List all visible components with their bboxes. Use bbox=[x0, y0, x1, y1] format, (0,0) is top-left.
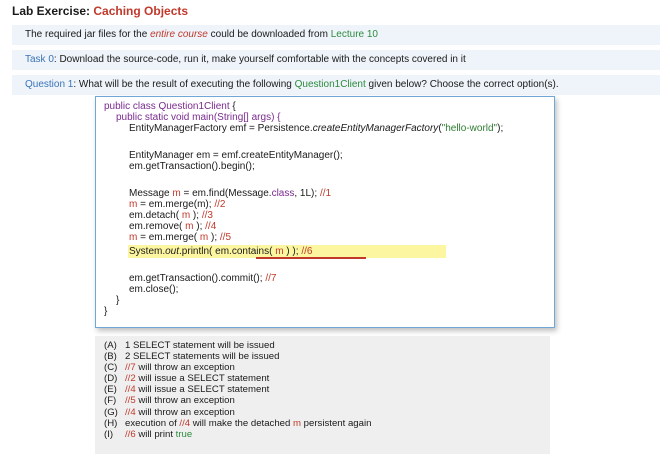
code-line-6: Message m = em.find(Message.class, 1L); … bbox=[129, 188, 332, 199]
banner1-text: The required jar files for the bbox=[25, 29, 151, 40]
question-class-name: Question1Client bbox=[294, 79, 366, 90]
task-banner: Task 0: Download the source-code, run it… bbox=[12, 50, 660, 70]
option-a[interactable]: (A) 1 SELECT statement will be issued bbox=[104, 340, 550, 351]
title-highlight: Caching Objects bbox=[93, 4, 189, 18]
code-line-14: } bbox=[116, 295, 120, 306]
question-label: Question 1 bbox=[25, 79, 74, 90]
question-banner: Question 1: What will be the result of e… bbox=[12, 75, 660, 95]
banner1-text2: could be downloaded from bbox=[207, 29, 331, 40]
option-e[interactable]: (E)//4 will issue a SELECT statement bbox=[104, 384, 550, 395]
code-line-3: EntityManagerFactory emf = Persistence.c… bbox=[129, 123, 504, 134]
option-d[interactable]: (D)//2 will issue a SELECT statement bbox=[104, 373, 550, 384]
code-line-12: em.getTransaction().commit(); //7 bbox=[129, 273, 277, 284]
banner1-emphasis: entire course bbox=[150, 29, 208, 40]
task-label: Task bbox=[25, 54, 49, 65]
answer-options: (A) 1 SELECT statement will be issued (B)… bbox=[95, 336, 550, 454]
option-f[interactable]: (F)//5 will throw an exception bbox=[104, 395, 550, 406]
code-line-13: em.close(); bbox=[129, 284, 179, 295]
code-line-4: EntityManager em = emf.createEntityManag… bbox=[129, 150, 343, 161]
red-underline bbox=[256, 257, 366, 259]
code-line-2: public static void main(String[] args) { bbox=[116, 112, 281, 123]
question-text: : What will be the result of executing t… bbox=[73, 79, 295, 90]
task-text: : Download the source-code, run it, make… bbox=[53, 54, 466, 65]
code-line-9: em.remove( m ); //4 bbox=[129, 221, 217, 232]
option-c[interactable]: (C)//7 will throw an exception bbox=[104, 362, 550, 373]
jar-files-banner: The required jar files for the entire co… bbox=[12, 25, 660, 45]
code-line-8: em.detach( m ); //3 bbox=[129, 210, 213, 221]
code-block: public class Question1Client { public st… bbox=[95, 96, 555, 328]
option-g[interactable]: (G)//4 will throw an exception bbox=[104, 407, 550, 418]
lecture-link[interactable]: Lecture 10 bbox=[331, 29, 378, 40]
option-b[interactable]: (B) 2 SELECT statements will be issued bbox=[104, 351, 550, 362]
question-text2: given below? Choose the correct option(s… bbox=[365, 79, 559, 90]
code-line-11: System.out.println( em.contains( m ) ); … bbox=[129, 246, 313, 257]
code-line-10: m = em.merge( m ); //5 bbox=[129, 232, 232, 243]
page-title: Lab Exercise: Caching Objects bbox=[12, 4, 188, 18]
title-prefix: Lab Exercise: bbox=[12, 4, 94, 18]
code-line-1: public class Question1Client { bbox=[104, 101, 236, 112]
code-line-15: } bbox=[104, 306, 108, 317]
option-h[interactable]: (H) execution of //4 will make the detach… bbox=[104, 418, 550, 429]
code-line-7: m = em.merge(m); //2 bbox=[129, 199, 226, 210]
code-line-5: em.getTransaction().begin(); bbox=[129, 161, 255, 172]
option-i[interactable]: (I)//6 will print true bbox=[104, 429, 550, 440]
